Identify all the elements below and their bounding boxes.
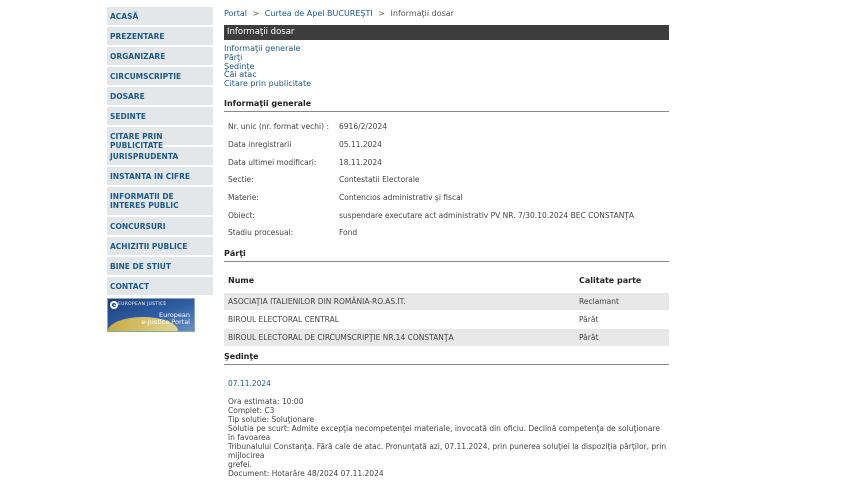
sidebar-item-informatii-interes-public[interactable]: INFORMATII DE INTERES PUBLIC bbox=[107, 187, 213, 215]
hearing-line: Complet: C3 bbox=[228, 405, 275, 415]
info-value: Contencios administrativ şi fiscal bbox=[339, 193, 463, 203]
hearing-line: Tribunalului Constanţa. Fără cale de ata… bbox=[228, 441, 667, 460]
hearing-line: Ora estimata: 10:00 bbox=[228, 396, 304, 406]
party-name: BIROUL ELECTORAL DE CIRCUMSCRIPŢIE NR.14… bbox=[228, 332, 454, 342]
column-header-calitate: Calitate parte bbox=[579, 276, 642, 286]
sidebar-item-contact[interactable]: CONTACT bbox=[107, 277, 213, 295]
info-label: Materie: bbox=[228, 193, 259, 203]
party-role: Pârât bbox=[579, 314, 599, 324]
toc-link-citare[interactable]: Citare prin publicitate bbox=[224, 79, 669, 89]
sidebar-item-instanta-in-cifre[interactable]: INSTANTA IN CIFRE bbox=[107, 167, 213, 185]
info-row: Materie: Contencios administrativ şi fisc… bbox=[224, 189, 669, 207]
info-value: 18.11.2024 bbox=[339, 157, 382, 167]
ejustice-portal-banner[interactable]: e EUROPEAN JUSTICE European e-Justice Po… bbox=[107, 298, 195, 332]
info-value: Fond bbox=[339, 228, 358, 238]
party-name: ASOCIAŢIA ITALIENILOR DIN ROMÂNIA-RO.AS.… bbox=[228, 296, 406, 306]
info-row: Obiect: suspendare executare act administ… bbox=[224, 206, 669, 224]
table-row: ASOCIAŢIA ITALIENILOR DIN ROMÂNIA-RO.AS.… bbox=[224, 292, 669, 310]
sidebar-item-citare[interactable]: CITARE PRIN PUBLICITATE bbox=[107, 127, 213, 150]
toc-link-informatii-generale[interactable]: Informaţii generale bbox=[224, 44, 669, 54]
breadcrumb: Portal > Curtea de Apel BUCUREŞTI > Info… bbox=[224, 7, 669, 21]
ejustice-e-icon: e bbox=[110, 301, 118, 309]
parti-table: Nume Calitate parte ASOCIAŢIA ITALIENILO… bbox=[224, 273, 669, 346]
party-role: Pârât bbox=[579, 332, 599, 342]
sidebar-item-dosare[interactable]: DOSARE bbox=[107, 87, 213, 105]
info-row: Data inregistrarii 05.11.2024 bbox=[224, 136, 669, 154]
section-heading-parti: Părţi bbox=[224, 249, 669, 262]
sidebar-item-organizare[interactable]: ORGANIZARE bbox=[107, 47, 213, 65]
parti-table-header: Nume Calitate parte bbox=[224, 273, 669, 289]
sidebar-item-sedinte[interactable]: SEDINTE bbox=[107, 107, 213, 125]
info-value: 05.11.2024 bbox=[339, 140, 382, 150]
info-label: Data inregistrarii bbox=[228, 140, 292, 150]
table-row: BIROUL ELECTORAL DE CIRCUMSCRIPŢIE NR.14… bbox=[224, 328, 669, 346]
info-label: Obiect: bbox=[228, 210, 255, 220]
sidebar-nav: ACASĂ PREZENTARE ORGANIZARE CIRCUMSCRIPT… bbox=[107, 7, 213, 332]
page-title: Informaţii dosar bbox=[224, 25, 669, 40]
column-header-nume: Nume bbox=[228, 276, 255, 286]
sidebar-item-achizitii-publice[interactable]: ACHIZITII PUBLICE bbox=[107, 237, 213, 255]
section-heading-general: Informaţii generale bbox=[224, 99, 669, 112]
table-of-contents: Informaţii generale Părţi Şedinţe Căi at… bbox=[224, 44, 669, 89]
breadcrumb-portal-link[interactable]: Portal bbox=[224, 9, 247, 18]
hearing-details: 07.11.2024 Ora estimata: 10:00 Complet: … bbox=[224, 379, 669, 478]
breadcrumb-current: Informaţii dosar bbox=[390, 9, 454, 18]
info-label: Nr. unic (nr. format vechi) : bbox=[228, 122, 329, 132]
info-label: Sectie: bbox=[228, 175, 254, 185]
info-row: Stadiu procesual: Fond bbox=[224, 224, 669, 242]
info-row: Data ultimei modificari: 18.11.2024 bbox=[224, 153, 669, 171]
party-name: BIROUL ELECTORAL CENTRAL bbox=[228, 314, 339, 324]
general-info-table: Nr. unic (nr. format vechi) : 6916/2/2024… bbox=[224, 118, 669, 242]
hearing-line: Tip solutie: Soluţionare bbox=[228, 414, 315, 424]
hearing-line: grefei. bbox=[228, 459, 253, 469]
info-row: Sectie: Contestatii Electorale bbox=[224, 171, 669, 189]
toc-link-sedinte[interactable]: Şedinţe bbox=[224, 62, 669, 72]
breadcrumb-separator: > bbox=[252, 9, 260, 18]
banner-line-2: e-Justice Portal bbox=[141, 318, 190, 326]
sidebar-item-acasa[interactable]: ACASĂ bbox=[107, 7, 213, 25]
info-value: suspendare executare act administrativ P… bbox=[339, 210, 635, 220]
hearing-date: 07.11.2024 bbox=[228, 378, 271, 388]
info-value: Contestatii Electorale bbox=[339, 175, 420, 185]
section-heading-sedinte: Şedinţe bbox=[224, 352, 669, 365]
main-content: Portal > Curtea de Apel BUCUREŞTI > Info… bbox=[224, 7, 669, 478]
hearing-line: Document: Hotarâre 48/2024 07.11.2024 bbox=[228, 468, 384, 478]
info-row: Nr. unic (nr. format vechi) : 6916/2/2024 bbox=[224, 118, 669, 136]
hearing-line: Solutia pe scurt: Admite excepţia necomp… bbox=[228, 423, 660, 442]
party-role: Reclamant bbox=[579, 296, 619, 306]
info-label: Data ultimei modificari: bbox=[228, 157, 317, 167]
breadcrumb-separator: > bbox=[378, 9, 385, 18]
info-value: 6916/2/2024 bbox=[339, 122, 387, 132]
banner-top-text: EUROPEAN JUSTICE bbox=[118, 302, 167, 307]
table-row: BIROUL ELECTORAL CENTRAL Pârât bbox=[224, 311, 669, 328]
sidebar-item-prezentare[interactable]: PREZENTARE bbox=[107, 27, 213, 45]
breadcrumb-court-link[interactable]: Curtea de Apel BUCUREŞTI bbox=[265, 9, 373, 18]
banner-main-text: European e-Justice Portal bbox=[141, 312, 190, 326]
sidebar-item-circumscriptie[interactable]: CIRCUMSCRIPTIE bbox=[107, 67, 213, 85]
info-label: Stadiu procesual: bbox=[228, 228, 294, 238]
sidebar-item-concursuri[interactable]: CONCURSURI bbox=[107, 217, 213, 235]
toc-link-parti[interactable]: Părţi bbox=[224, 53, 669, 63]
sidebar-item-bine-de-stiut[interactable]: BINE DE STIUT bbox=[107, 257, 213, 275]
